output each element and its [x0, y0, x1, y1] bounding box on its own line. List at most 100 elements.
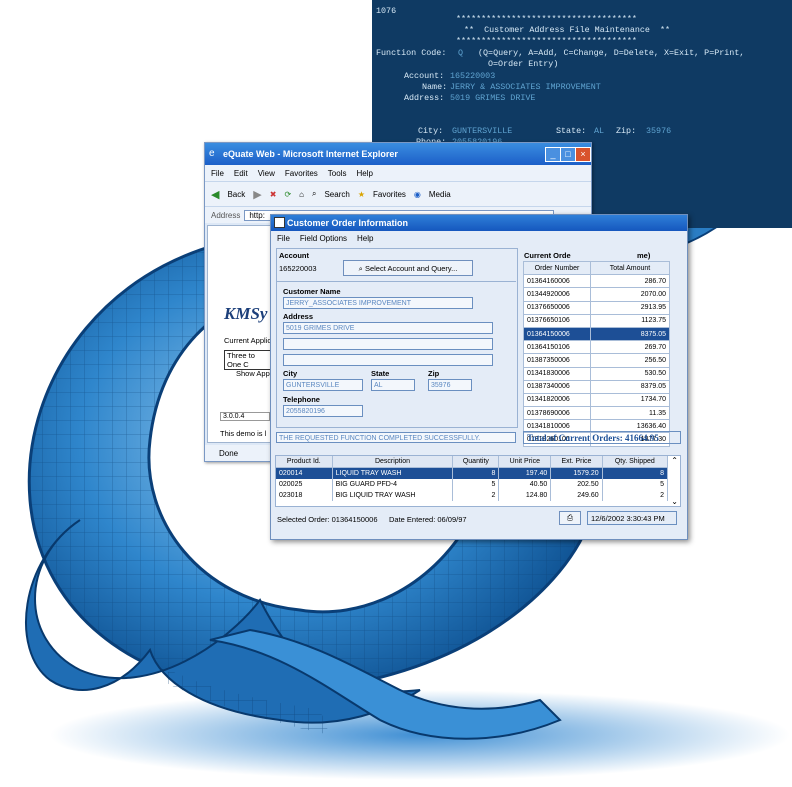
- order-row[interactable]: 01376650106 1123.75: [523, 313, 670, 328]
- product-id-header[interactable]: Product Id.: [276, 456, 333, 468]
- select-account-label: Select Account and Query...: [364, 264, 458, 273]
- name-label: Name:: [422, 82, 448, 92]
- unit-price-cell: 197.40: [498, 467, 552, 479]
- select-account-button[interactable]: ⌕ Select Account and Query...: [343, 260, 473, 276]
- menu-help[interactable]: Help: [357, 234, 373, 243]
- menu-field-options[interactable]: Field Options: [300, 234, 347, 243]
- terminal-stars-top: ************************************: [456, 14, 637, 24]
- function-help-1: (Q=Query, A=Add, C=Change, D=Delete, X=E…: [478, 48, 745, 58]
- order-titlebar[interactable]: Customer Order Information: [271, 215, 687, 231]
- ie-logo-icon: e: [209, 148, 215, 159]
- total-amount-header[interactable]: Total Amount: [590, 260, 670, 276]
- page-heading: KMSy: [224, 304, 268, 323]
- order-row[interactable]: 01341830006 530.50: [523, 366, 670, 381]
- unit-price-cell: 40.50: [498, 479, 552, 490]
- home-icon[interactable]: ⌂: [299, 190, 304, 199]
- selected-order-status: Selected Order: 01364150006: [277, 515, 378, 524]
- order-number-cell: 01364160006: [523, 274, 591, 289]
- maximize-icon[interactable]: □: [560, 147, 576, 162]
- ie-menu-edit[interactable]: Edit: [234, 169, 248, 178]
- ext-price-cell: 1579.20: [550, 467, 603, 479]
- ie-menu-help[interactable]: Help: [356, 169, 372, 178]
- ie-titlebar[interactable]: eQuate Web - Microsoft Internet Explorer: [205, 143, 591, 165]
- scroll-up-icon[interactable]: ⌃: [671, 456, 678, 465]
- order-menubar: File Field Options Help: [271, 231, 687, 245]
- line-item-row[interactable]: 020025 BIG GUARD PFD-4 5 40.50 202.50 5: [276, 479, 669, 490]
- order-row[interactable]: 01378690006 11.35: [523, 406, 670, 421]
- state-field[interactable]: AL: [371, 379, 415, 391]
- unit-price-header[interactable]: Unit Price: [498, 456, 552, 468]
- address-line-1[interactable]: 5019 GRIMES DRIVE: [283, 322, 493, 334]
- version-label: 3.0.0.4: [220, 412, 270, 421]
- current-orders-label-end: me): [637, 251, 651, 260]
- ie-menu-view[interactable]: View: [258, 169, 275, 178]
- divider: [276, 281, 516, 282]
- order-number-header[interactable]: Order Number: [523, 260, 591, 276]
- search-icon[interactable]: ⌕: [312, 189, 316, 199]
- total-amount-cell: 8379.05: [590, 379, 670, 394]
- state-label: State:: [556, 126, 587, 136]
- city-field[interactable]: GUNTERSVILLE: [283, 379, 363, 391]
- address-line-3[interactable]: [283, 354, 493, 366]
- terminal-title: ** Customer Address File Maintenance **: [464, 25, 671, 35]
- total-amount-cell: 530.50: [590, 366, 670, 381]
- product-id-cell: 023018: [276, 490, 333, 501]
- current-app-select[interactable]: Three to One C: [224, 350, 274, 370]
- ie-title: eQuate Web - Microsoft Internet Explorer: [223, 149, 398, 159]
- terminal-code: 1076: [376, 6, 397, 16]
- unit-price-cell: 124.80: [498, 490, 552, 501]
- telephone-label: Telephone: [283, 395, 320, 404]
- current-orders-label: Current Orde: [524, 251, 571, 260]
- order-row[interactable]: 01376650006 2913.95: [523, 300, 670, 315]
- telephone-field[interactable]: 2055820196: [283, 405, 363, 417]
- address-field[interactable]: 5019 GRIMES DRIVE: [450, 93, 535, 104]
- stop-icon[interactable]: ✖: [270, 190, 277, 199]
- qty-shipped-header[interactable]: Qty. Shipped: [602, 456, 669, 468]
- address-line-2[interactable]: [283, 338, 493, 350]
- back-button[interactable]: Back: [227, 190, 245, 199]
- order-row[interactable]: 01387350006 256.50: [523, 353, 670, 368]
- order-row[interactable]: 01364150006 8375.05: [523, 326, 670, 342]
- forward-icon[interactable]: ▶: [253, 188, 261, 201]
- order-row[interactable]: 01387340006 8379.05: [523, 379, 670, 394]
- total-amount-cell: 2913.95: [590, 300, 670, 315]
- account-label: Account:: [404, 71, 445, 81]
- media-button[interactable]: Media: [429, 190, 451, 199]
- close-icon[interactable]: ×: [575, 147, 591, 162]
- line-item-row[interactable]: 023018 BIG LIQUID TRAY WASH 2 124.80 249.60 2: [276, 490, 669, 501]
- ext-price-header[interactable]: Ext. Price: [550, 456, 603, 468]
- show-app-button[interactable]: Show Appli: [236, 369, 273, 378]
- ext-price-cell: 202.50: [550, 479, 603, 490]
- order-row[interactable]: 01364150106 269.70: [523, 340, 670, 355]
- scroll-down-icon[interactable]: ⌄: [671, 497, 678, 506]
- media-icon[interactable]: ◉: [414, 190, 421, 199]
- favorites-button[interactable]: Favorites: [373, 190, 406, 199]
- menu-file[interactable]: File: [277, 234, 290, 243]
- back-icon[interactable]: ◀: [211, 188, 219, 201]
- state-field[interactable]: AL: [594, 126, 604, 137]
- zip-field[interactable]: 35976: [646, 126, 671, 137]
- total-amount-cell: 8375.05: [590, 326, 670, 342]
- ie-menu-tools[interactable]: Tools: [328, 169, 347, 178]
- address-label: Address:: [404, 93, 445, 103]
- zip-field[interactable]: 35976: [428, 379, 472, 391]
- order-row[interactable]: 01341820006 1734.70: [523, 392, 670, 408]
- customer-name-field[interactable]: JERRY_ASSOCIATES IMPROVEMENT: [283, 297, 473, 309]
- order-row[interactable]: 01364160006 286.70: [523, 274, 670, 289]
- print-icon[interactable]: ⎙: [559, 511, 581, 525]
- function-code-field[interactable]: Q: [458, 48, 463, 59]
- description-header[interactable]: Description: [332, 456, 454, 468]
- order-row[interactable]: 01344920006 2070.00: [523, 287, 670, 302]
- status-message: THE REQUESTED FUNCTION COMPLETED SUCCESS…: [276, 432, 516, 443]
- refresh-icon[interactable]: ⟳: [284, 190, 291, 199]
- line-item-row[interactable]: 020014 LIQUID TRAY WASH 8 197.40 1579.20 8: [276, 467, 669, 479]
- account-field[interactable]: 165220003: [450, 71, 495, 82]
- name-field[interactable]: JERRY & ASSOCIATES IMPROVEMENT: [450, 82, 601, 93]
- minimize-icon[interactable]: _: [545, 147, 561, 162]
- ie-menu-file[interactable]: File: [211, 169, 224, 178]
- city-field[interactable]: GUNTERSVILLE: [452, 126, 512, 137]
- quantity-header[interactable]: Quantity: [452, 456, 500, 468]
- ie-menu-favorites[interactable]: Favorites: [285, 169, 318, 178]
- favorites-icon[interactable]: ★: [358, 190, 365, 199]
- search-button[interactable]: Search: [324, 190, 349, 199]
